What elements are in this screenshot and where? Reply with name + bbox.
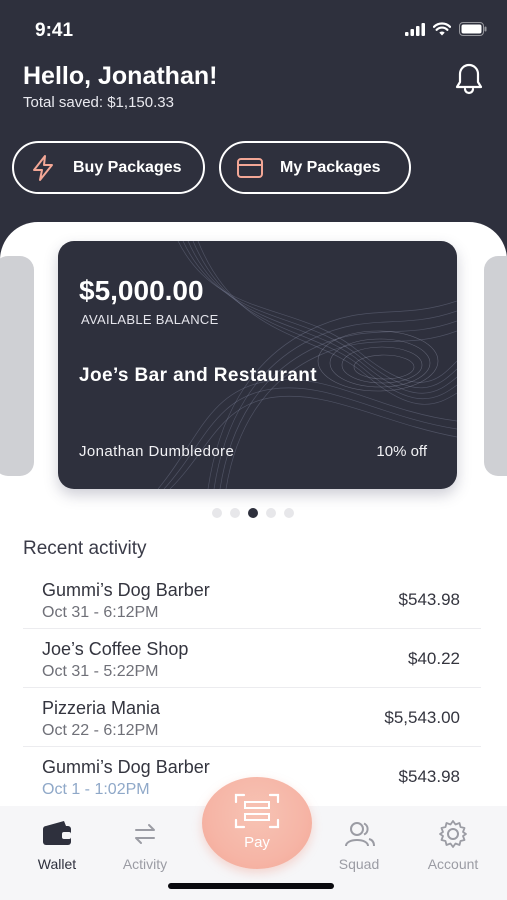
buy-packages-label: Buy Packages [73, 158, 182, 176]
lightning-icon [33, 154, 53, 181]
activity-amount: $5,543.00 [384, 708, 460, 727]
swap-arrows-icon [135, 824, 155, 844]
next-card-peek[interactable] [484, 256, 507, 476]
activity-amount: $543.98 [398, 590, 460, 609]
recent-activity-title: Recent activity [23, 538, 147, 559]
activity-row[interactable]: Joe’s Coffee Shop Oct 31 - 5:22PM $40.22 [23, 629, 481, 688]
my-packages-label: My Packages [280, 158, 381, 176]
tab-account-label: Account [427, 856, 479, 872]
credit-card-icon [237, 157, 263, 178]
pagination-dot[interactable] [266, 508, 276, 518]
activity-row[interactable]: Pizzeria Mania Oct 22 - 6:12PM $5,543.00 [23, 688, 481, 747]
status-time: 9:41 [35, 20, 74, 41]
activity-date: Oct 22 - 6:12PM [42, 722, 159, 739]
card-holder-name: Jonathan Dumbledore [79, 443, 235, 460]
total-saved: Total saved: $1,150.33 [23, 94, 174, 111]
tab-squad[interactable]: Squad [314, 818, 404, 878]
cellular-signal-icon [405, 22, 425, 36]
status-icons [405, 22, 487, 36]
activity-amount: $543.98 [398, 767, 460, 786]
wifi-icon [433, 22, 451, 36]
wallet-icon [43, 821, 71, 845]
activity-merchant: Gummi’s Dog Barber [42, 580, 210, 600]
scan-face-icon [234, 793, 280, 828]
activity-list: Gummi’s Dog Barber Oct 31 - 6:12PM $543.… [23, 570, 481, 806]
card-balance: $5,000.00 [79, 275, 204, 306]
tab-wallet[interactable]: Wallet [12, 818, 102, 878]
gear-icon [439, 820, 467, 848]
pay-label: Pay [244, 833, 270, 851]
activity-date: Oct 31 - 5:22PM [42, 663, 159, 680]
tab-wallet-label: Wallet [37, 856, 77, 872]
activity-amount: $40.22 [408, 649, 460, 668]
card-merchant-name: Joe’s Bar and Restaurant [79, 365, 318, 386]
activity-date: Oct 31 - 6:12PM [42, 604, 159, 621]
activity-merchant: Gummi’s Dog Barber [42, 757, 210, 777]
activity-merchant: Joe’s Coffee Shop [42, 639, 189, 659]
card-discount: 10% off [376, 443, 427, 460]
bell-icon [455, 63, 483, 95]
buy-packages-button[interactable]: Buy Packages [12, 141, 205, 194]
tab-squad-label: Squad [338, 856, 380, 872]
activity-merchant: Pizzeria Mania [42, 698, 161, 718]
greeting: Hello, Jonathan! [23, 62, 218, 90]
battery-icon [459, 22, 487, 36]
pay-button[interactable]: Pay [202, 777, 312, 869]
previous-card-peek[interactable] [0, 256, 34, 476]
wallet-card[interactable]: $5,000.00 AVAILABLE BALANCE Joe’s Bar an… [58, 241, 457, 489]
status-bar: 9:41 [0, 0, 507, 56]
card-balance-label: AVAILABLE BALANCE [81, 312, 219, 327]
my-packages-button[interactable]: My Packages [219, 141, 411, 194]
notifications-button[interactable] [449, 60, 489, 96]
activity-row[interactable]: Gummi’s Dog Barber Oct 31 - 6:12PM $543.… [23, 570, 481, 629]
card-pagination [212, 508, 294, 518]
tab-activity[interactable]: Activity [100, 818, 190, 878]
pagination-dot[interactable] [230, 508, 240, 518]
tab-activity-label: Activity [122, 856, 168, 872]
users-icon [345, 822, 375, 847]
pagination-dot[interactable] [212, 508, 222, 518]
home-indicator [168, 883, 334, 889]
tab-account[interactable]: Account [408, 818, 498, 878]
pagination-dot[interactable] [248, 508, 258, 518]
pagination-dot[interactable] [284, 508, 294, 518]
activity-date: Oct 1 - 1:02PM [42, 781, 150, 798]
